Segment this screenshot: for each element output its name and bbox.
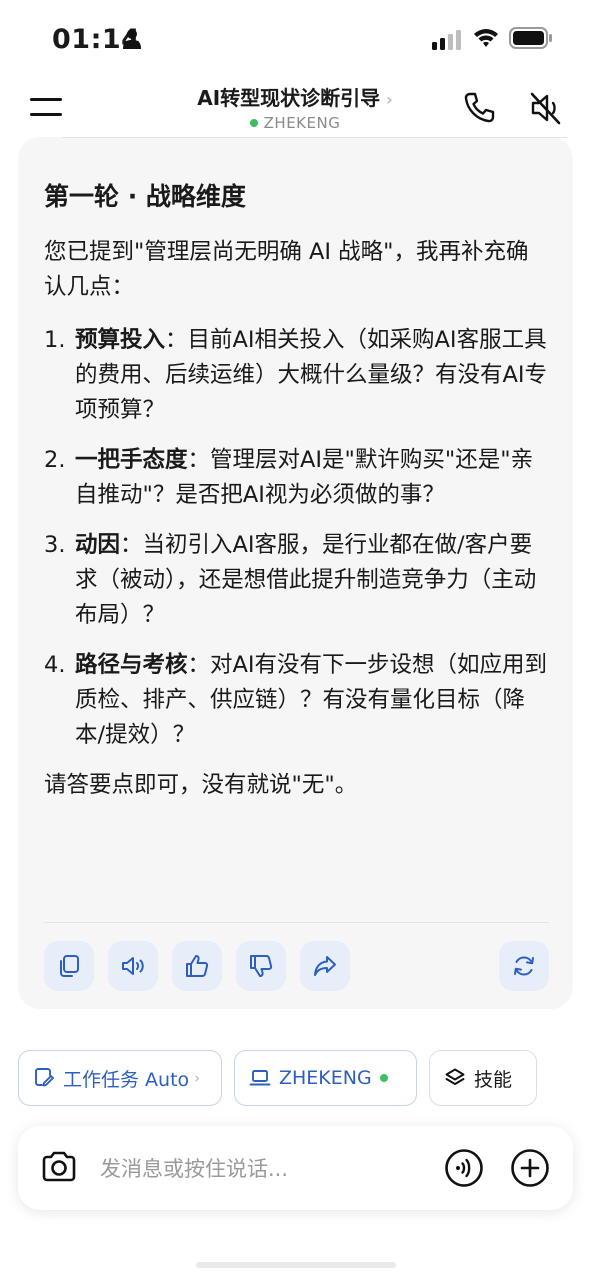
agent-status: ZHEKENG [120,114,470,132]
layers-icon [445,1068,465,1085]
list-item-text: ：当初引入AI客服，是行业都在做/客户要求（被动），还是想借此提升制造竞争力（主… [75,532,537,628]
device-online-dot [379,1074,388,1082]
chat-header: AI转型现状诊断引导 › ZHEKENG [0,78,591,142]
laptop-icon [249,1070,271,1086]
list-item-number: 4. [44,652,66,678]
chevron-right-icon: › [194,1069,201,1087]
message-intro: 您已提到"管理层尚无明确 AI 战略"，我再补充确认几点： [44,239,529,300]
cellular-signal-icon [432,30,461,50]
list-item-title: 动因 [75,532,121,558]
list-item-number: 1. [44,327,66,353]
task-pen-icon [35,1068,54,1087]
copy-button[interactable] [44,941,94,991]
list-item-title: 一把手态度 [75,447,188,473]
dislike-button[interactable] [236,941,286,991]
person-icon [123,29,141,49]
chevron-right-icon: › [386,90,393,109]
agent-name: ZHEKENG [263,114,341,132]
regenerate-icon [514,956,534,976]
copy-icon [60,955,79,977]
read-aloud-button[interactable] [108,941,158,991]
device-chip[interactable]: ZHEKENG [234,1050,417,1106]
share-icon [314,956,336,976]
message-heading: 第一轮 · 战略维度 [44,182,246,211]
regenerate-button[interactable] [499,941,549,991]
battery-icon [509,27,552,49]
wifi-icon [474,29,498,47]
like-button[interactable] [172,941,222,991]
camera-icon[interactable] [40,1149,78,1185]
conversation-title-area[interactable]: AI转型现状诊断引导 › ZHEKENG [120,78,470,132]
phone-icon[interactable] [462,91,496,125]
list-item-title: 路径与考核 [75,652,188,678]
card-top-divider [62,137,567,138]
actions-divider [44,922,549,923]
thumbs-down-icon [250,955,273,977]
message-actions [44,941,549,991]
list-item: 4. 路径与考核：对AI有没有下一步设想（如应用到质检、排产、供应链）？有没有量化… [44,648,549,753]
list-item-title: 预算投入 [75,327,166,353]
assistant-message-body: 第一轮 · 战略维度 您已提到"管理层尚无明确 AI 战略"，我再补充确认几点：… [44,177,549,821]
list-item-number: 3. [44,532,66,558]
message-input[interactable] [98,1148,422,1190]
online-status-dot [249,119,258,127]
list-item-number: 2. [44,447,66,473]
conversation-title-text: AI转型现状诊断引导 [197,86,381,110]
message-closing: 请答要点即可，没有就说"无"。 [44,772,358,798]
list-item: 3. 动因：当初引入AI客服，是行业都在做/客户要求（被动），还是想借此提升制造竞… [44,528,549,633]
work-task-mode-label: 工作任务 Auto [63,1068,190,1091]
status-bar: 01:14 [0,0,591,78]
assistant-message-card: 第一轮 · 战略维度 您已提到"管理层尚无明确 AI 战略"，我再补充确认几点：… [18,137,573,1009]
share-button[interactable] [300,941,350,991]
thumbs-up-icon [186,955,209,977]
plus-icon[interactable] [510,1148,550,1188]
speaker-icon [122,957,144,975]
work-task-mode-chip[interactable]: 工作任务 Auto › [18,1050,222,1106]
home-indicator [196,1262,396,1268]
conversation-title[interactable]: AI转型现状诊断引导 › [120,82,470,111]
voice-input-icon[interactable] [444,1148,484,1188]
speaker-mute-icon[interactable] [528,90,562,126]
list-item: 2. 一把手态度：管理层对AI是"默许购买"还是"亲自推动"？是否把AI视为必须做… [44,443,549,513]
question-list: 1. 预算投入：目前AI相关投入（如采购AI客服工具的费用、后续运维）大概什么量级… [44,323,549,753]
device-label: ZHEKENG [279,1067,372,1089]
skills-label: 技能 [474,1068,513,1091]
skills-chip[interactable]: 技能 [429,1050,537,1106]
menu-icon[interactable] [28,95,64,119]
list-item: 1. 预算投入：目前AI相关投入（如采购AI客服工具的费用、后续运维）大概什么量级… [44,323,549,428]
message-composer [18,1126,573,1210]
